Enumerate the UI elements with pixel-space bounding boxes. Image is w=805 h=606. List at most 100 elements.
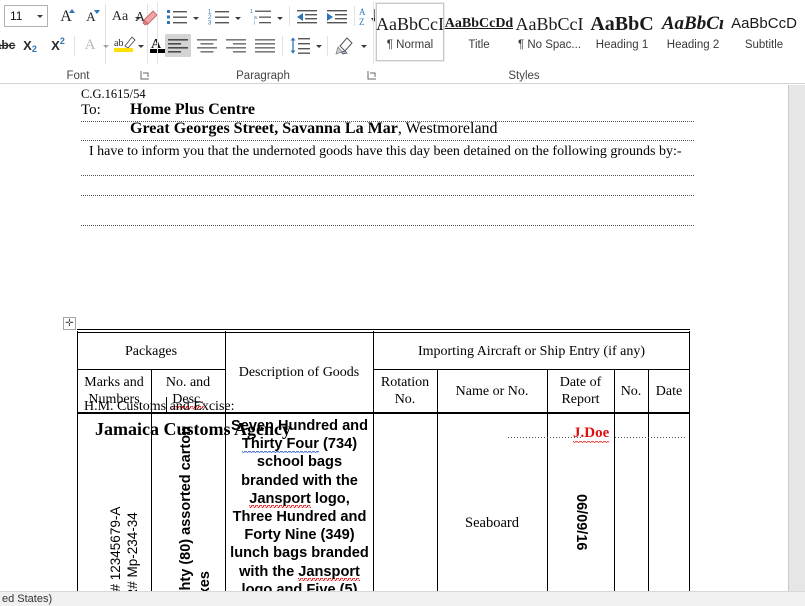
style-item-subtitle[interactable]: AaBbCcD Subtitle bbox=[729, 3, 799, 61]
address-parish: , Westmoreland bbox=[398, 120, 498, 137]
bullets-button[interactable] bbox=[164, 5, 190, 28]
intro-text: I have to inform you that the undernoted… bbox=[89, 144, 682, 160]
multilevel-list-button[interactable]: 1 a i bbox=[248, 5, 274, 28]
status-bar[interactable]: ed States) bbox=[0, 591, 805, 606]
desc-seg-3: Jansport bbox=[249, 491, 311, 508]
col-header-no-and-desc-line1: No. and bbox=[166, 374, 210, 391]
cell-no[interactable] bbox=[615, 413, 647, 591]
ribbon-group-font: 11 A A Aa A abc X2 bbox=[0, 0, 156, 84]
superscript-button[interactable]: X2 bbox=[46, 34, 70, 56]
line-spacing-button[interactable] bbox=[287, 34, 313, 57]
divider bbox=[282, 36, 283, 56]
col-header-date: Date bbox=[649, 371, 689, 411]
move-cross-icon: ✛ bbox=[65, 319, 73, 329]
style-name: Heading 1 bbox=[596, 39, 648, 51]
ribbon-group-label-font: Font bbox=[0, 70, 156, 82]
cell-name-or-no[interactable]: Seaboard bbox=[438, 413, 546, 591]
address-underline bbox=[81, 140, 695, 141]
style-item-title[interactable]: AaBbCcDd Title bbox=[446, 3, 512, 61]
superscript-sup: 2 bbox=[60, 36, 65, 46]
style-item-no-spacing[interactable]: AaBbCcI ¶ No Spac... bbox=[513, 3, 586, 61]
desc-seg-5: Jansport bbox=[298, 564, 360, 581]
decrease-indent-icon bbox=[296, 8, 318, 26]
status-language[interactable]: ed States) bbox=[2, 593, 52, 605]
style-preview: AaBbCcI bbox=[376, 13, 444, 35]
numbering-icon: 1 2 3 bbox=[208, 8, 230, 26]
text-cursor bbox=[166, 397, 167, 412]
line-spacing-icon bbox=[289, 36, 311, 55]
ribbon-group-label-styles: Styles bbox=[374, 70, 674, 82]
style-preview: AaBbCcD bbox=[731, 13, 797, 35]
decrease-indent-button[interactable] bbox=[294, 5, 320, 28]
font-dialog-launcher[interactable] bbox=[140, 70, 151, 81]
svg-text:i: i bbox=[254, 20, 255, 26]
align-center-button[interactable] bbox=[194, 34, 220, 57]
importing-subheader-divider bbox=[373, 369, 690, 370]
style-item-heading-2[interactable]: AaBbCı Heading 2 bbox=[658, 3, 728, 61]
superscript-label: X bbox=[51, 38, 60, 53]
style-preview: AaBbC bbox=[590, 13, 653, 35]
group-header-importing: Importing Aircraft or Ship Entry (if any… bbox=[374, 334, 689, 368]
subscript-button[interactable]: X2 bbox=[18, 34, 42, 56]
style-item-normal[interactable]: AaBbCcI ¶ Normal bbox=[376, 3, 444, 61]
svg-text:ab: ab bbox=[114, 38, 123, 49]
line-spacing-chevron-down-icon[interactable] bbox=[314, 34, 323, 58]
numbering-button[interactable]: 1 2 3 bbox=[206, 5, 232, 28]
multilevel-list-chevron-down-icon[interactable] bbox=[275, 6, 284, 30]
bullets-chevron-down-icon[interactable] bbox=[191, 6, 200, 30]
font-size-value: 11 bbox=[5, 9, 33, 23]
blank-line-1 bbox=[81, 175, 695, 176]
text-effects-chevron-down-icon[interactable] bbox=[101, 34, 110, 58]
divider bbox=[74, 36, 75, 56]
style-preview: AaBbCcDd bbox=[445, 13, 513, 35]
signature-line-left bbox=[508, 437, 581, 438]
change-case-button[interactable]: Aa bbox=[108, 6, 132, 28]
chevron-down-icon[interactable] bbox=[33, 6, 47, 26]
divider bbox=[327, 36, 328, 56]
svg-text:Z: Z bbox=[359, 17, 365, 26]
col-header-date-of-report: Date of Report bbox=[548, 371, 613, 411]
change-case-label: Aa bbox=[112, 9, 128, 25]
shading-button[interactable] bbox=[332, 33, 358, 57]
text-effects-button[interactable]: A bbox=[79, 34, 101, 56]
signature-name: J.Doe bbox=[573, 425, 609, 443]
grow-font-button[interactable]: A bbox=[54, 5, 78, 28]
text-highlight-button[interactable]: ab bbox=[112, 33, 136, 57]
detention-table[interactable]: Packages Description of Goods Importing … bbox=[77, 329, 690, 591]
increase-indent-icon bbox=[326, 8, 348, 26]
style-name: Heading 2 bbox=[667, 39, 719, 51]
document-canvas[interactable]: C.G.1615/54 To: Home Plus Centre Great G… bbox=[0, 85, 805, 591]
align-left-button[interactable] bbox=[165, 34, 191, 57]
group-header-description: Description of Goods bbox=[226, 334, 372, 411]
style-item-subtle-emphasis[interactable]: Aa Sub bbox=[800, 3, 805, 61]
clear-formatting-button[interactable]: A bbox=[133, 4, 159, 29]
cell-date[interactable] bbox=[649, 413, 689, 591]
col-header-no: No. bbox=[615, 371, 647, 411]
hm-customs-label: H.M. Customs and Excise: bbox=[84, 399, 235, 415]
shading-chevron-down-icon[interactable] bbox=[359, 34, 368, 58]
cell-rotation-no[interactable] bbox=[374, 413, 436, 591]
agency-name: Jamaica Customs Agency bbox=[95, 419, 291, 440]
divider bbox=[289, 6, 290, 26]
align-right-icon bbox=[225, 37, 247, 55]
table-move-handle[interactable]: ✛ bbox=[63, 317, 76, 330]
style-name: ¶ Normal bbox=[387, 39, 433, 51]
justify-button[interactable] bbox=[252, 34, 278, 57]
highlight-chevron-down-icon[interactable] bbox=[136, 34, 145, 58]
font-size-combo[interactable]: 11 bbox=[4, 5, 48, 27]
align-left-icon bbox=[167, 37, 189, 55]
numbering-chevron-down-icon[interactable] bbox=[233, 6, 242, 30]
highlight-icon: ab bbox=[112, 34, 136, 56]
ribbon: 11 A A Aa A abc X2 bbox=[0, 0, 805, 84]
text-effects-label: A bbox=[85, 37, 96, 54]
page-right-margin bbox=[788, 85, 805, 591]
style-item-heading-1[interactable]: AaBbC Heading 1 bbox=[587, 3, 657, 61]
strikethrough-button[interactable]: abc bbox=[0, 34, 16, 56]
recipient-address: Great Georges Street, Savanna La Mar, We… bbox=[130, 120, 498, 138]
col-header-date-of-report-line2: Report bbox=[561, 391, 599, 408]
shrink-font-button[interactable]: A bbox=[80, 6, 102, 28]
document-page[interactable]: C.G.1615/54 To: Home Plus Centre Great G… bbox=[0, 85, 788, 591]
subscript-label: X bbox=[23, 38, 32, 53]
align-right-button[interactable] bbox=[223, 34, 249, 57]
increase-indent-button[interactable] bbox=[324, 5, 350, 28]
